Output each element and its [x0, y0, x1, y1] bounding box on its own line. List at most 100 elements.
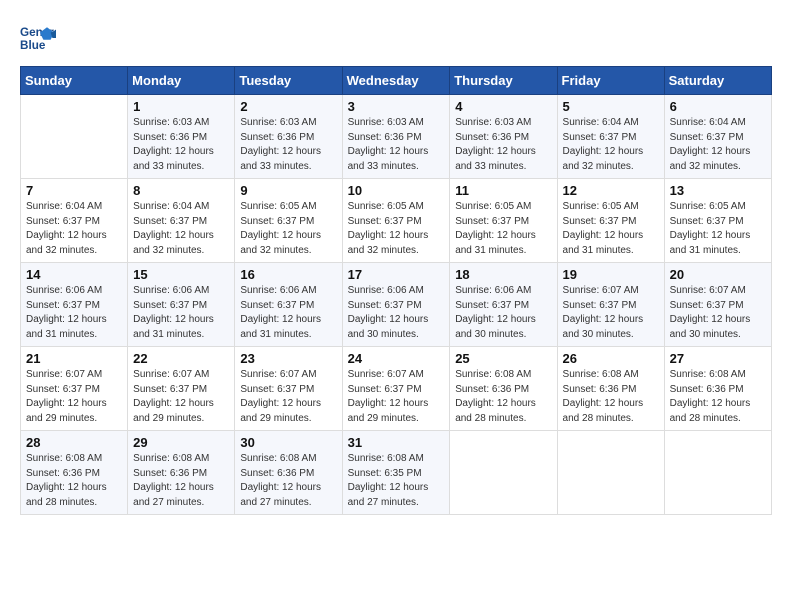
calendar-cell: 16Sunrise: 6:06 AM Sunset: 6:37 PM Dayli… [235, 263, 342, 347]
day-number: 5 [563, 99, 659, 114]
cell-sun-info: Sunrise: 6:08 AM Sunset: 6:36 PM Dayligh… [133, 452, 229, 510]
day-number: 3 [348, 99, 445, 114]
cell-sun-info: Sunrise: 6:03 AM Sunset: 6:36 PM Dayligh… [455, 116, 551, 174]
day-number: 20 [670, 267, 766, 282]
cell-sun-info: Sunrise: 6:08 AM Sunset: 6:36 PM Dayligh… [670, 368, 766, 426]
cell-sun-info: Sunrise: 6:05 AM Sunset: 6:37 PM Dayligh… [563, 200, 659, 258]
calendar-cell: 29 Sunrise: 6:08 AM Sunset: 6:36 PM Dayli… [128, 431, 235, 515]
day-number: 11 [455, 183, 551, 198]
calendar-cell: 5 Sunrise: 6:04 AM Sunset: 6:37 PM Daylig… [557, 95, 664, 179]
calendar-cell: 25Sunrise: 6:08 AM Sunset: 6:36 PM Dayli… [450, 347, 557, 431]
calendar-week-row: 14 Sunrise: 6:06 AM Sunset: 6:37 PM Dayli… [21, 263, 772, 347]
cell-sun-info: Sunrise: 6:04 AM Sunset: 6:37 PM Dayligh… [133, 200, 229, 258]
cell-sun-info: Sunrise: 6:05 AM Sunset: 6:37 PM Dayligh… [455, 200, 551, 258]
cell-sun-info: Sunrise: 6:05 AM Sunset: 6:37 PM Dayligh… [240, 200, 336, 258]
cell-sun-info: Sunrise: 6:06 AM Sunset: 6:37 PM Dayligh… [455, 284, 551, 342]
calendar-week-row: 7 Sunrise: 6:04 AM Sunset: 6:37 PM Daylig… [21, 179, 772, 263]
svg-text:Blue: Blue [20, 39, 46, 52]
day-number: 27 [670, 351, 766, 366]
day-number: 17 [348, 267, 445, 282]
calendar-week-row: 21 Sunrise: 6:07 AM Sunset: 6:37 PM Dayli… [21, 347, 772, 431]
cell-sun-info: Sunrise: 6:06 AM Sunset: 6:37 PM Dayligh… [348, 284, 445, 342]
column-header-tuesday: Tuesday [235, 67, 342, 95]
cell-sun-info: Sunrise: 6:07 AM Sunset: 6:37 PM Dayligh… [133, 368, 229, 426]
day-number: 6 [670, 99, 766, 114]
day-number: 2 [240, 99, 336, 114]
calendar-cell: 6 Sunrise: 6:04 AM Sunset: 6:37 PM Daylig… [664, 95, 771, 179]
calendar-cell: 13 Sunrise: 6:05 AM Sunset: 6:37 PM Dayli… [664, 179, 771, 263]
day-number: 13 [670, 183, 766, 198]
day-number: 25 [455, 351, 551, 366]
calendar-cell: 23 Sunrise: 6:07 AM Sunset: 6:37 PM Dayli… [235, 347, 342, 431]
day-number: 7 [26, 183, 122, 198]
calendar-cell [557, 431, 664, 515]
calendar-cell: 30 Sunrise: 6:08 AM Sunset: 6:36 PM Dayli… [235, 431, 342, 515]
cell-sun-info: Sunrise: 6:06 AM Sunset: 6:37 PM Dayligh… [133, 284, 229, 342]
day-number: 21 [26, 351, 122, 366]
calendar-cell: 19 Sunrise: 6:07 AM Sunset: 6:37 PM Dayli… [557, 263, 664, 347]
logo: General Blue [20, 20, 56, 56]
calendar-cell: 1 Sunrise: 6:03 AM Sunset: 6:36 PM Daylig… [128, 95, 235, 179]
day-number: 8 [133, 183, 229, 198]
calendar-cell: 3 Sunrise: 6:03 AM Sunset: 6:36 PM Daylig… [342, 95, 450, 179]
day-number: 29 [133, 435, 229, 450]
cell-sun-info: Sunrise: 6:03 AM Sunset: 6:36 PM Dayligh… [348, 116, 445, 174]
cell-sun-info: Sunrise: 6:08 AM Sunset: 6:36 PM Dayligh… [26, 452, 122, 510]
calendar-cell: 27 Sunrise: 6:08 AM Sunset: 6:36 PM Dayli… [664, 347, 771, 431]
calendar-cell: 28Sunrise: 6:08 AM Sunset: 6:36 PM Dayli… [21, 431, 128, 515]
day-number: 31 [348, 435, 445, 450]
calendar-cell [664, 431, 771, 515]
calendar-cell: 12Sunrise: 6:05 AM Sunset: 6:37 PM Dayli… [557, 179, 664, 263]
cell-sun-info: Sunrise: 6:08 AM Sunset: 6:36 PM Dayligh… [240, 452, 336, 510]
column-header-friday: Friday [557, 67, 664, 95]
calendar-cell: 24 Sunrise: 6:07 AM Sunset: 6:37 PM Dayli… [342, 347, 450, 431]
calendar-cell: 17 Sunrise: 6:06 AM Sunset: 6:37 PM Dayli… [342, 263, 450, 347]
day-number: 26 [563, 351, 659, 366]
cell-sun-info: Sunrise: 6:05 AM Sunset: 6:37 PM Dayligh… [670, 200, 766, 258]
page-header: General Blue [20, 20, 772, 56]
column-header-sunday: Sunday [21, 67, 128, 95]
column-header-wednesday: Wednesday [342, 67, 450, 95]
cell-sun-info: Sunrise: 6:03 AM Sunset: 6:36 PM Dayligh… [133, 116, 229, 174]
day-number: 9 [240, 183, 336, 198]
calendar-cell: 10Sunrise: 6:05 AM Sunset: 6:37 PM Dayli… [342, 179, 450, 263]
cell-sun-info: Sunrise: 6:07 AM Sunset: 6:37 PM Dayligh… [348, 368, 445, 426]
day-number: 1 [133, 99, 229, 114]
cell-sun-info: Sunrise: 6:03 AM Sunset: 6:36 PM Dayligh… [240, 116, 336, 174]
day-number: 14 [26, 267, 122, 282]
day-number: 18 [455, 267, 551, 282]
calendar-cell: 7 Sunrise: 6:04 AM Sunset: 6:37 PM Daylig… [21, 179, 128, 263]
cell-sun-info: Sunrise: 6:07 AM Sunset: 6:37 PM Dayligh… [670, 284, 766, 342]
calendar-cell: 2 Sunrise: 6:03 AM Sunset: 6:36 PM Daylig… [235, 95, 342, 179]
cell-sun-info: Sunrise: 6:04 AM Sunset: 6:37 PM Dayligh… [26, 200, 122, 258]
cell-sun-info: Sunrise: 6:06 AM Sunset: 6:37 PM Dayligh… [240, 284, 336, 342]
cell-sun-info: Sunrise: 6:07 AM Sunset: 6:37 PM Dayligh… [240, 368, 336, 426]
logo-icon: General Blue [20, 20, 56, 56]
calendar-cell: 14 Sunrise: 6:06 AM Sunset: 6:37 PM Dayli… [21, 263, 128, 347]
day-number: 23 [240, 351, 336, 366]
calendar-cell: 18 Sunrise: 6:06 AM Sunset: 6:37 PM Dayli… [450, 263, 557, 347]
day-number: 4 [455, 99, 551, 114]
calendar-cell: 9 Sunrise: 6:05 AM Sunset: 6:37 PM Daylig… [235, 179, 342, 263]
day-number: 15 [133, 267, 229, 282]
cell-sun-info: Sunrise: 6:04 AM Sunset: 6:37 PM Dayligh… [563, 116, 659, 174]
calendar-week-row: 1 Sunrise: 6:03 AM Sunset: 6:36 PM Daylig… [21, 95, 772, 179]
cell-sun-info: Sunrise: 6:07 AM Sunset: 6:37 PM Dayligh… [563, 284, 659, 342]
column-header-thursday: Thursday [450, 67, 557, 95]
calendar-cell [21, 95, 128, 179]
cell-sun-info: Sunrise: 6:05 AM Sunset: 6:37 PM Dayligh… [348, 200, 445, 258]
cell-sun-info: Sunrise: 6:07 AM Sunset: 6:37 PM Dayligh… [26, 368, 122, 426]
day-number: 19 [563, 267, 659, 282]
cell-sun-info: Sunrise: 6:08 AM Sunset: 6:35 PM Dayligh… [348, 452, 445, 510]
calendar-cell [450, 431, 557, 515]
calendar-week-row: 28Sunrise: 6:08 AM Sunset: 6:36 PM Dayli… [21, 431, 772, 515]
calendar-table: SundayMondayTuesdayWednesdayThursdayFrid… [20, 66, 772, 515]
calendar-cell: 11 Sunrise: 6:05 AM Sunset: 6:37 PM Dayli… [450, 179, 557, 263]
calendar-cell: 15 Sunrise: 6:06 AM Sunset: 6:37 PM Dayli… [128, 263, 235, 347]
calendar-cell: 21 Sunrise: 6:07 AM Sunset: 6:37 PM Dayli… [21, 347, 128, 431]
day-number: 24 [348, 351, 445, 366]
cell-sun-info: Sunrise: 6:06 AM Sunset: 6:37 PM Dayligh… [26, 284, 122, 342]
cell-sun-info: Sunrise: 6:04 AM Sunset: 6:37 PM Dayligh… [670, 116, 766, 174]
day-number: 30 [240, 435, 336, 450]
calendar-cell: 26Sunrise: 6:08 AM Sunset: 6:36 PM Dayli… [557, 347, 664, 431]
